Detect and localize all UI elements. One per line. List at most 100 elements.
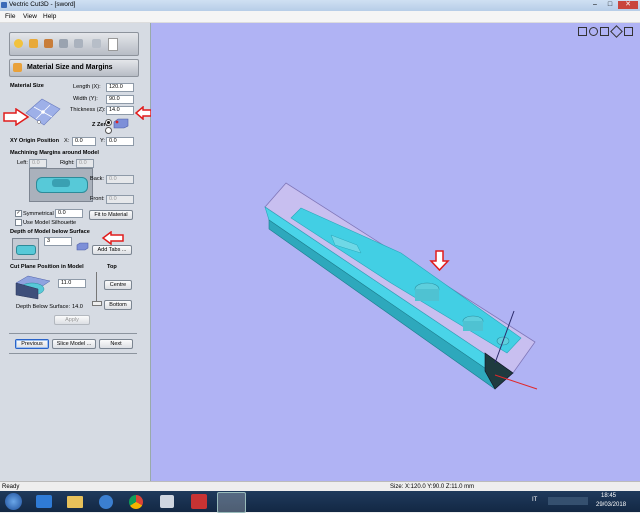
app-icon-5[interactable] [160,495,174,508]
3d-viewport[interactable] [151,23,640,481]
cut3d-taskbar-button[interactable] [217,492,246,513]
app-icon [1,2,7,8]
top-label: Top [107,264,117,270]
width-input[interactable]: 90.0 [106,95,134,104]
left-panel: Material Size and Margins Material Size … [0,23,152,481]
back-margin-input[interactable]: 0.0 [106,175,134,184]
material-size-heading: Material Size [10,83,44,89]
next-button[interactable]: Next [99,339,133,349]
length-label: Length (X): [73,84,101,90]
menu-view[interactable]: View [23,13,37,20]
toolpath-icon[interactable] [59,39,68,48]
material-icon[interactable] [44,39,53,48]
bottom-button[interactable]: Bottom [104,300,132,310]
start-button[interactable] [5,493,22,510]
left-margin-input[interactable]: 0.0 [29,159,47,168]
close-button[interactable]: ✕ [618,1,638,9]
xy-origin-heading: XY Origin Position [10,138,60,144]
taskbar: IT 18:45 29/03/2018 [0,491,640,513]
clock-date: 29/03/2018 [596,502,627,508]
thickness-input[interactable]: 14.0 [106,106,134,115]
guard-cylinder-1-body [415,289,439,301]
symmetrical-input[interactable]: 0.0 [55,209,83,218]
open-icon[interactable] [14,39,23,48]
chrome-icon[interactable] [129,495,143,509]
document-icon[interactable] [108,38,118,51]
y-origin-input[interactable]: 0.0 [106,137,134,146]
model-side-face [264,206,514,376]
slice-model-button[interactable]: Slice Model ... [52,339,96,349]
window-title: Vectric Cut3D - [sword] [9,1,76,8]
depth-input[interactable]: 3 [44,237,72,246]
depth-below-label: Depth Below Surface: [16,304,71,310]
fit-to-material-button[interactable]: Fit to Material [89,210,133,220]
zzero-top-radio[interactable] [105,119,112,126]
radio-dot [107,121,110,124]
menu-help[interactable]: Help [43,13,56,20]
cut-plane-diagram [14,273,52,301]
length-input[interactable]: 120.0 [106,83,134,92]
menu-bar: File View Help [0,11,640,23]
nav-separator-bottom [9,353,137,354]
front-margin-label: Front: [90,196,105,202]
panel-header: Material Size and Margins [9,59,139,77]
material-size-icon [13,63,22,72]
add-tabs-button[interactable]: Add Tabs ... [92,245,132,255]
silhouette-checkbox[interactable] [15,219,22,226]
margins-heading: Machining Margins around Model [10,150,99,156]
zzero-bottom-radio[interactable] [105,127,112,134]
right-margin-input[interactable]: 0.0 [76,159,94,168]
status-size: Size: X:120.0 Y:90.0 Z:11.0 mm [390,484,475,490]
symmetrical-label: Symmetrical [23,211,54,217]
ie-icon[interactable] [36,495,52,508]
minimize-button[interactable]: – [588,1,602,9]
depth-model [16,245,36,255]
left-margin-label: Left: [17,160,28,166]
right-margin-label: Right: [60,160,75,166]
wizard-toolbar [9,32,139,56]
y-label: Y: [100,138,105,144]
status-text: Ready [2,484,20,490]
preview-icon[interactable] [74,39,83,48]
menu-file[interactable]: File [5,13,15,20]
cut-plane-slider-track [96,272,97,302]
model-scene [264,182,538,390]
back-margin-label: Back: [90,176,104,182]
depth-heading: Depth of Model below Surface [10,229,90,235]
panel-title: Material Size and Margins [27,64,113,71]
nav-separator [9,333,137,334]
thickness-label: Thickness (Z): [70,107,106,113]
save-icon[interactable] [92,39,101,48]
zzero-block-icon [113,118,129,129]
tabs-icon [76,242,89,251]
previous-button[interactable]: Previous [15,339,49,349]
depth-below-value: 14.0 [72,304,83,310]
orientation-icon[interactable] [29,39,38,48]
annotation-arrow-down [429,250,450,272]
front-margin-input[interactable]: 0.0 [106,195,134,204]
cut-plane-slider-handle[interactable] [92,301,102,306]
model-detail [52,179,70,187]
silhouette-label: Use Model Silhouette [23,220,77,226]
model-relief [290,207,522,354]
width-label: Width (Y): [73,96,98,102]
app-icon-6[interactable] [191,494,207,509]
language-indicator[interactable]: IT [532,497,537,503]
explorer-icon[interactable] [67,496,83,508]
centre-button[interactable]: Centre [104,280,132,290]
clock-time: 18:45 [601,493,617,499]
tray-icons [548,497,588,505]
cut-plane-heading: Cut Plane Position in Model [10,264,84,270]
annotation-arrow-left-depth [101,231,124,245]
guard-cylinder-2-body [463,321,483,331]
media-player-icon[interactable] [99,495,113,509]
depth-diagram [12,238,39,260]
symmetrical-checkbox[interactable]: ✓ [15,210,22,217]
cut-plane-input[interactable]: 11.0 [58,279,86,288]
apply-button[interactable]: Apply [54,315,90,325]
x-label: X: [64,138,70,144]
maximize-button[interactable]: □ [603,1,617,9]
x-origin-input[interactable]: 0.0 [72,137,96,146]
annotation-arrow-right [3,108,30,126]
margin-diagram [29,168,93,202]
